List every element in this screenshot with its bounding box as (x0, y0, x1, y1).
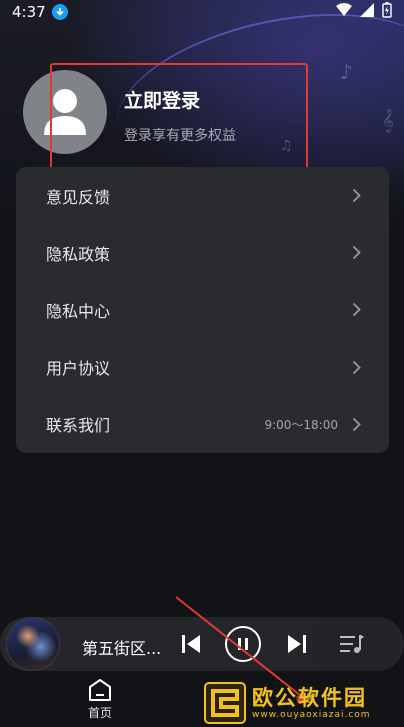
signal-icon (360, 3, 374, 21)
wifi-icon (336, 3, 352, 21)
download-icon (51, 4, 68, 20)
watermark-text: 欧公软件园 (252, 686, 367, 710)
chevron-right-icon (352, 360, 361, 374)
playlist-button[interactable] (337, 627, 367, 661)
music-note-decoration: 𝄞 (382, 108, 394, 132)
settings-menu: 意见反馈 隐私政策 隐私中心 用户协议 联系我们 9:00～18:00 (16, 167, 389, 453)
pause-icon (238, 638, 248, 650)
watermark-url: www.ouyaoxiazai.com (252, 710, 371, 720)
menu-item-feedback[interactable]: 意见反馈 (16, 167, 389, 224)
service-hours: 9:00～18:00 (264, 417, 338, 432)
skip-previous-icon (182, 635, 200, 653)
status-bar: 4:37 (0, 0, 404, 24)
menu-item-contact-us[interactable]: 联系我们 9:00～18:00 (16, 396, 389, 453)
menu-item-label: 意见反馈 (46, 187, 111, 207)
menu-item-privacy-policy[interactable]: 隐私政策 (16, 224, 389, 281)
nav-home-label: 首页 (87, 706, 112, 720)
status-time: 4:37 (12, 3, 46, 21)
skip-next-icon (288, 635, 306, 653)
chevron-right-icon (352, 246, 361, 260)
next-button[interactable] (284, 627, 310, 661)
login-subtitle: 登录享有更多权益 (124, 128, 236, 144)
menu-item-label: 联系我们 (46, 416, 111, 436)
menu-item-label: 隐私中心 (46, 301, 111, 321)
chevron-right-icon (352, 303, 361, 317)
music-note-decoration: ♪ (340, 60, 353, 84)
menu-item-label: 隐私政策 (46, 244, 111, 264)
battery-icon (382, 2, 392, 22)
menu-item-privacy-center[interactable]: 隐私中心 (16, 281, 389, 338)
login-title[interactable]: 立即登录 (124, 86, 236, 113)
watermark: 欧公软件园 www.ouyaoxiazai.com (204, 681, 400, 725)
pause-button[interactable] (225, 626, 261, 662)
chevron-right-icon (352, 188, 361, 203)
chevron-right-icon (352, 417, 361, 431)
previous-button[interactable] (178, 627, 204, 661)
song-title[interactable]: 第五街区... (82, 635, 161, 659)
menu-item-label: 用户协议 (46, 359, 111, 379)
album-cover[interactable] (6, 617, 60, 671)
nav-home[interactable]: 首页 (80, 678, 120, 721)
home-icon (89, 679, 111, 701)
menu-item-user-agreement[interactable]: 用户协议 (16, 339, 389, 396)
playlist-icon (340, 635, 364, 653)
watermark-logo-icon (204, 682, 246, 724)
login-prompt[interactable]: 立即登录 登录享有更多权益 (124, 86, 236, 145)
